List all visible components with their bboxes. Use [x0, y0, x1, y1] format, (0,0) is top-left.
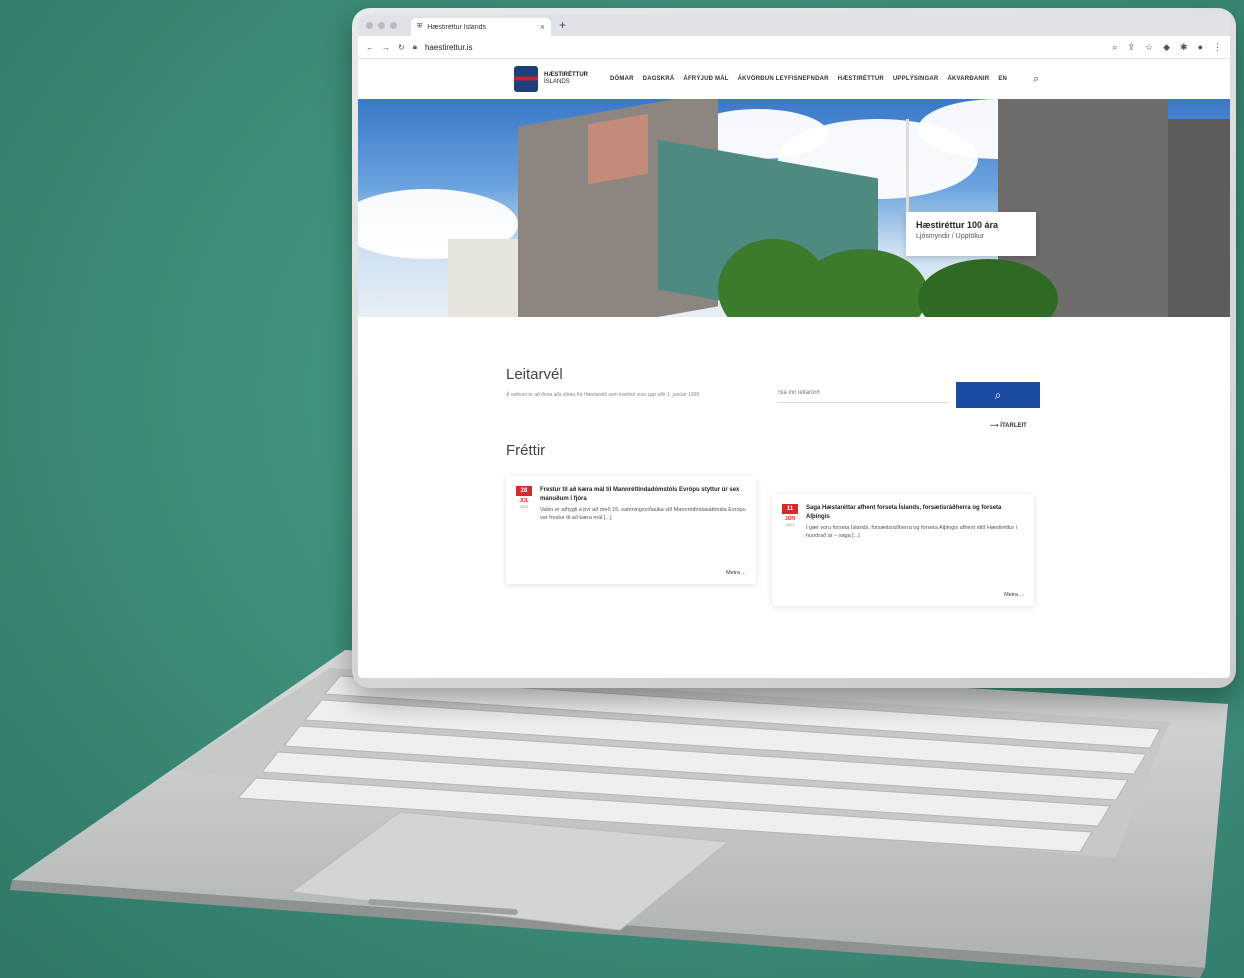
- news-card[interactable]: 28 JÚL 2021 Frestur til að kæra mál til …: [506, 476, 756, 584]
- advanced-search-label: ÍTARLEIT: [1000, 423, 1027, 429]
- keyboard: [172, 668, 1170, 858]
- news-more-link[interactable]: Meira ...: [726, 570, 746, 576]
- nav-item-dagskra[interactable]: DAGSKRÁ: [643, 76, 675, 82]
- news-headline[interactable]: Saga Hæstaréttar afhent forseta Íslands,…: [806, 504, 1024, 522]
- hero-caption-subtitle: Ljósmyndir / Upptökur: [916, 233, 985, 240]
- profile-avatar[interactable]: ●: [1198, 42, 1203, 53]
- coat-of-arms-icon: [514, 66, 538, 92]
- news-date-year: 2021: [519, 504, 529, 509]
- hero-caption-title: Hæstiréttur 100 ára: [916, 220, 999, 230]
- search-icon[interactable]: ⌕: [1033, 73, 1039, 86]
- address-bar: ← → ↻ 🔒︎ haestirettur.is ⌕ ⇪ ☆ ◆ ✱ ● ⋮: [358, 36, 1230, 59]
- share-icon[interactable]: ⇪: [1127, 42, 1135, 53]
- site-logo[interactable]: HÆSTIRÉTTUR ÍSLANDS: [514, 66, 588, 92]
- trackpad: [290, 811, 730, 931]
- news-excerpt: Vakin er athygli á því að með 15. samnin…: [540, 507, 746, 521]
- maximize-window-button[interactable]: [390, 21, 397, 29]
- news-date-year: 2021: [785, 522, 795, 527]
- search-input[interactable]: [778, 384, 948, 403]
- news-date: 11 JÚN 2021: [782, 504, 798, 527]
- logo-line2: ÍSLANDS: [544, 79, 570, 85]
- search-title: Leitarvél: [506, 366, 563, 383]
- news-card[interactable]: 11 JÚN 2021 Saga Hæstaréttar afhent fors…: [772, 494, 1034, 606]
- news-title: Fréttir: [506, 442, 546, 459]
- search-icon: ⌕: [994, 387, 1002, 402]
- bookmark-star-icon[interactable]: ☆: [1145, 42, 1153, 53]
- news-date-day: 11: [782, 504, 798, 514]
- forward-icon[interactable]: →: [382, 43, 390, 52]
- hero-image: [358, 99, 1230, 317]
- nav-item-afryjud-mal[interactable]: ÁFRÝJUÐ MÁL: [683, 76, 728, 82]
- favicon-icon: ⛨: [417, 23, 423, 30]
- window-controls: [366, 21, 397, 29]
- url-field[interactable]: haestirettur.is: [425, 43, 1104, 52]
- extension-icon[interactable]: ◆: [1163, 42, 1170, 53]
- news-more-link[interactable]: Meira ...: [1004, 592, 1024, 598]
- back-icon[interactable]: ←: [366, 43, 374, 52]
- nav-item-leyfisnefnd[interactable]: ÁKVÖRÐUN LEYFISNEFNDAR: [738, 76, 829, 82]
- hero-caption-card[interactable]: Hæstiréttur 100 ára Ljósmyndir / Upptöku…: [906, 212, 1036, 256]
- nav-item-haestirettur[interactable]: HÆSTIRÉTTUR: [838, 76, 884, 82]
- minimize-window-button[interactable]: [378, 21, 385, 29]
- puzzle-icon[interactable]: ✱: [1180, 42, 1188, 53]
- browser-toolbar: ⌕ ⇪ ☆ ◆ ✱ ● ⋮: [1112, 42, 1222, 53]
- search-description: Á vefnum er að finna alla dóma frá Hæsta…: [506, 392, 700, 398]
- nav-item-en[interactable]: EN: [998, 76, 1007, 82]
- news-date-day: 28: [516, 486, 532, 496]
- site-header: HÆSTIRÉTTUR ÍSLANDS DÓMAR DAGSKRÁ ÁFRÝJU…: [358, 59, 1230, 99]
- advanced-search-link[interactable]: ⟶ ÍTARLEIT: [990, 422, 1027, 429]
- browser-tab-bar: ⛨ Hæstiréttur Íslands × +: [358, 14, 1230, 36]
- news-date: 28 JÚL 2021: [516, 486, 532, 509]
- tab-close-icon[interactable]: ×: [540, 22, 545, 32]
- laptop-screen: ⛨ Hæstiréttur Íslands × + ← → ↻ 🔒︎ haest…: [358, 14, 1230, 678]
- close-window-button[interactable]: [366, 21, 373, 29]
- lock-icon: 🔒︎: [412, 42, 417, 51]
- news-excerpt: Í gær voru forseta Íslands, forsætisráðh…: [806, 525, 1018, 539]
- tab-title: Hæstiréttur Íslands: [427, 23, 486, 31]
- browser-tab[interactable]: ⛨ Hæstiréttur Íslands ×: [411, 18, 551, 36]
- news-headline[interactable]: Frestur til að kæra mál til Mannréttinda…: [540, 486, 746, 504]
- reload-icon[interactable]: ↻: [398, 43, 405, 52]
- arrow-right-icon: ⟶: [990, 423, 999, 429]
- zoom-icon[interactable]: ⌕: [1112, 42, 1117, 53]
- nav-item-upplysingar[interactable]: UPPLÝSINGAR: [893, 76, 939, 82]
- menu-icon[interactable]: ⋮: [1213, 42, 1222, 53]
- logo-line1: HÆSTIRÉTTUR: [544, 72, 588, 78]
- main-nav: DÓMAR DAGSKRÁ ÁFRÝJUÐ MÁL ÁKVÖRÐUN LEYFI…: [610, 76, 1007, 82]
- nav-item-domar[interactable]: DÓMAR: [610, 76, 634, 82]
- nav-item-akvardanir[interactable]: ÁKVARÐANIR: [947, 76, 989, 82]
- search-button[interactable]: ⌕: [956, 382, 1040, 408]
- new-tab-button[interactable]: +: [559, 18, 566, 32]
